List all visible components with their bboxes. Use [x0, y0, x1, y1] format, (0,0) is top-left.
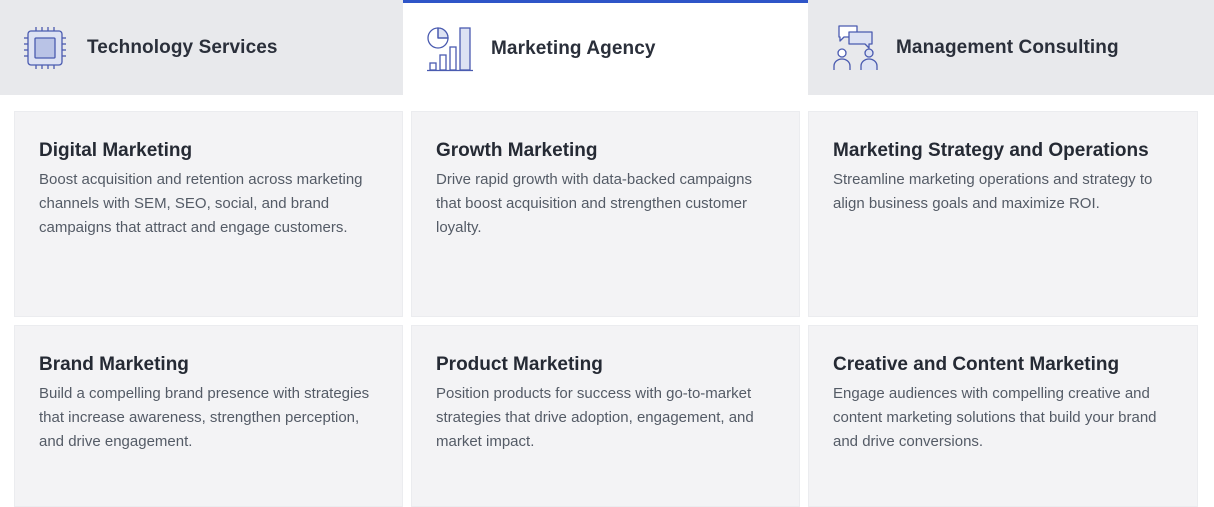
industry-tabs: Technology Services Marketing Agency Man…: [0, 0, 1214, 95]
tab-label: Technology Services: [87, 36, 278, 58]
service-card-growth-marketing[interactable]: Growth Marketing Drive rapid growth with…: [411, 111, 800, 317]
card-title: Marketing Strategy and Operations: [833, 140, 1149, 161]
card-title: Creative and Content Marketing: [833, 354, 1120, 375]
card-description: Position products for success with go-to…: [436, 385, 754, 450]
service-card-creative-content[interactable]: Creative and Content Marketing Engage au…: [808, 325, 1198, 507]
card-title: Digital Marketing: [39, 140, 193, 161]
tab-technology-services[interactable]: Technology Services: [0, 0, 403, 95]
card-description: Drive rapid growth with data-backed camp…: [436, 171, 752, 236]
card-title: Product Marketing: [436, 354, 603, 375]
chip-icon: [24, 26, 66, 69]
card-description: Boost acquisition and retention across m…: [39, 171, 363, 236]
card-title: Growth Marketing: [436, 140, 598, 161]
tab-label: Marketing Agency: [491, 38, 656, 59]
tab-marketing-agency[interactable]: Marketing Agency: [403, 0, 808, 95]
card-description: Streamline marketing operations and stra…: [833, 171, 1153, 212]
consulting-icon: [833, 24, 878, 70]
service-card-digital-marketing[interactable]: Digital Marketing Boost acquisition and …: [14, 111, 403, 317]
tab-management-consulting[interactable]: Management Consulting: [808, 0, 1214, 95]
service-card-brand-marketing[interactable]: Brand Marketing Build a compelling brand…: [14, 325, 403, 507]
card-title: Brand Marketing: [39, 354, 189, 375]
chart-icon: [427, 27, 473, 72]
service-card-marketing-strategy[interactable]: Marketing Strategy and Operations Stream…: [808, 111, 1198, 317]
card-description: Engage audiences with compelling creativ…: [833, 385, 1157, 450]
tab-label: Management Consulting: [896, 36, 1119, 58]
service-card-product-marketing[interactable]: Product Marketing Position products for …: [411, 325, 800, 507]
card-description: Build a compelling brand presence with s…: [39, 385, 370, 450]
